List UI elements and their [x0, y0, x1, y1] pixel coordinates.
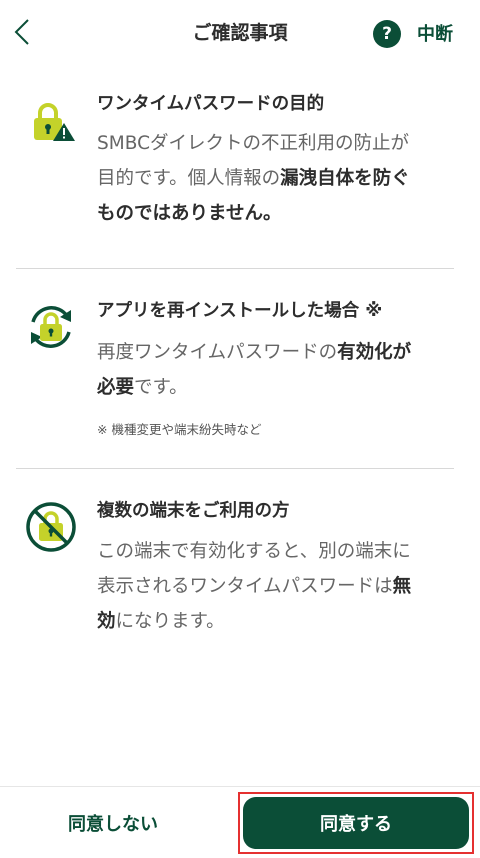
section-body: SMBCダイレクトの不正利用の防止が 目的です。個人情報の漏洩自体を防ぐ もので… — [97, 126, 457, 231]
page-title: ご確認事項 — [192, 22, 288, 44]
section-body: 再度ワンタイムパスワードの有効化が 必要です。 — [97, 335, 457, 405]
body-line: 表示されるワンタイムパスワードは無 — [97, 576, 412, 597]
agree-button[interactable]: 同意する — [243, 797, 469, 849]
body-line: 必要です。 — [97, 377, 188, 398]
back-button[interactable] — [4, 12, 40, 52]
lock-warning-icon — [34, 103, 75, 141]
body-line: 目的です。個人情報の漏洩自体を防ぐ — [97, 168, 410, 189]
help-button[interactable]: ? — [373, 20, 401, 48]
body-line: SMBCダイレクトの不正利用の防止が — [97, 133, 409, 154]
divider — [16, 468, 454, 469]
lock-refresh-icon — [31, 306, 71, 348]
section-body: この端末で有効化すると、別の端末に 表示されるワンタイムパスワードは無 効になり… — [97, 534, 457, 639]
body-line: この端末で有効化すると、別の端末に — [97, 541, 411, 562]
footer-divider — [0, 786, 480, 787]
question-icon: ? — [382, 24, 392, 44]
lock-prohibited-icon — [26, 502, 76, 552]
suspend-button[interactable]: 中断 — [417, 20, 453, 46]
disagree-button[interactable]: 同意しない — [18, 794, 208, 852]
header-bar: ご確認事項 ? 中断 — [0, 0, 480, 66]
body-line: 再度ワンタイムパスワードの有効化が — [97, 342, 412, 363]
section-title: 複数の端末をご利用の方 — [97, 501, 290, 521]
section-note: ※ 機種変更や端末紛失時など — [97, 422, 262, 437]
chevron-left-icon — [14, 19, 29, 45]
section-title: ワンタイムパスワードの目的 — [97, 94, 325, 114]
divider — [16, 268, 454, 269]
body-line: 効になります。 — [97, 611, 225, 632]
body-line: ものではありません。 — [97, 203, 282, 224]
agree-button-highlight: 同意する — [238, 792, 474, 854]
section-title: アプリを再インストールした場合 ※ — [97, 301, 383, 321]
